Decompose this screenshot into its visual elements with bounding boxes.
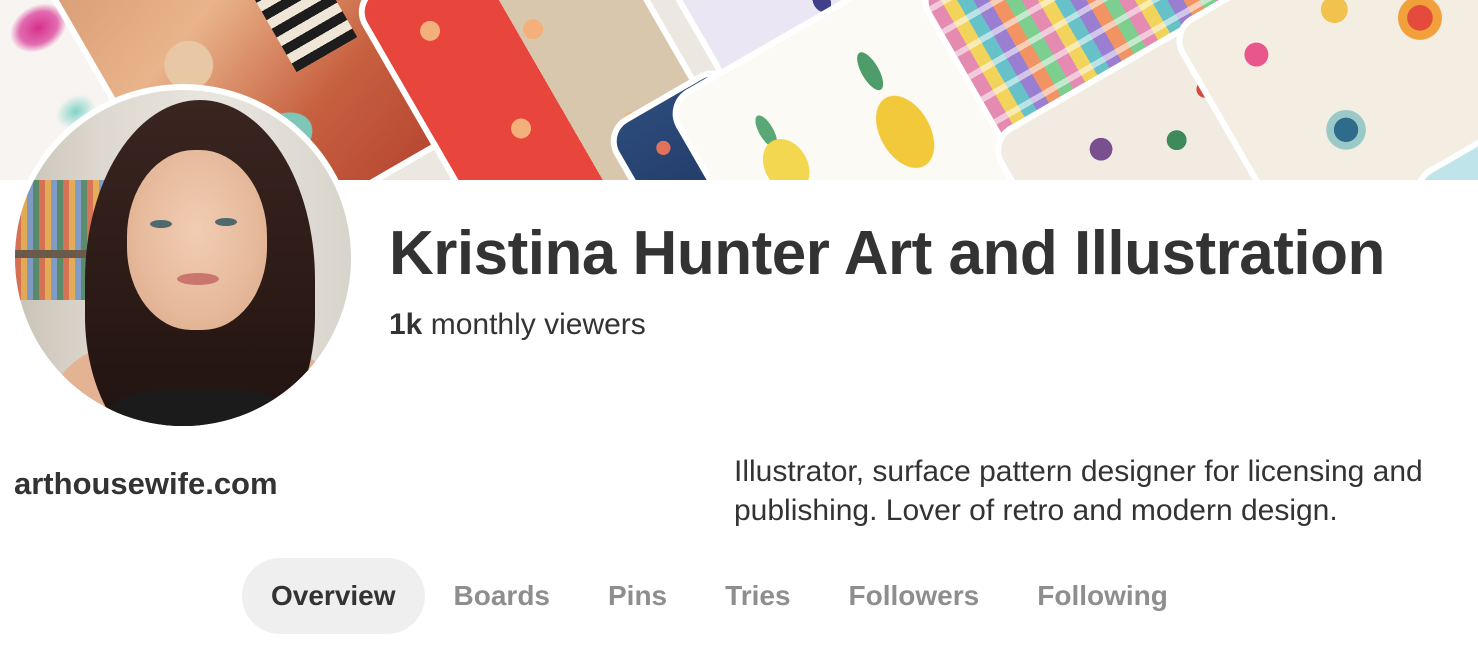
avatar-lips: [177, 273, 219, 285]
avatar-face: [127, 150, 267, 330]
profile-page: Kristina Hunter Art and Illustration 1k …: [0, 0, 1478, 664]
tab-pins[interactable]: Pins: [579, 558, 696, 634]
profile-bio: Illustrator, surface pattern designer fo…: [734, 455, 1423, 527]
tab-overview[interactable]: Overview: [242, 558, 425, 634]
profile-name: Kristina Hunter Art and Illustration: [389, 219, 1385, 288]
avatar-eye-right: [215, 218, 237, 226]
tab-following[interactable]: Following: [1008, 558, 1197, 634]
avatar-eye-left: [150, 220, 172, 228]
monthly-viewers-count: 1k: [389, 308, 423, 341]
profile-tabs: Overview Boards Pins Tries Followers Fol…: [242, 558, 1197, 634]
avatar[interactable]: [9, 84, 357, 432]
tab-tries[interactable]: Tries: [696, 558, 819, 634]
tab-followers[interactable]: Followers: [820, 558, 1009, 634]
monthly-viewers-label: monthly viewers: [430, 308, 646, 341]
monthly-viewers: 1k monthly viewers: [389, 308, 646, 342]
tab-boards[interactable]: Boards: [425, 558, 579, 634]
website-link[interactable]: arthousewife.com: [14, 466, 278, 502]
avatar-top: [110, 390, 290, 426]
avatar-photo: [15, 90, 351, 426]
